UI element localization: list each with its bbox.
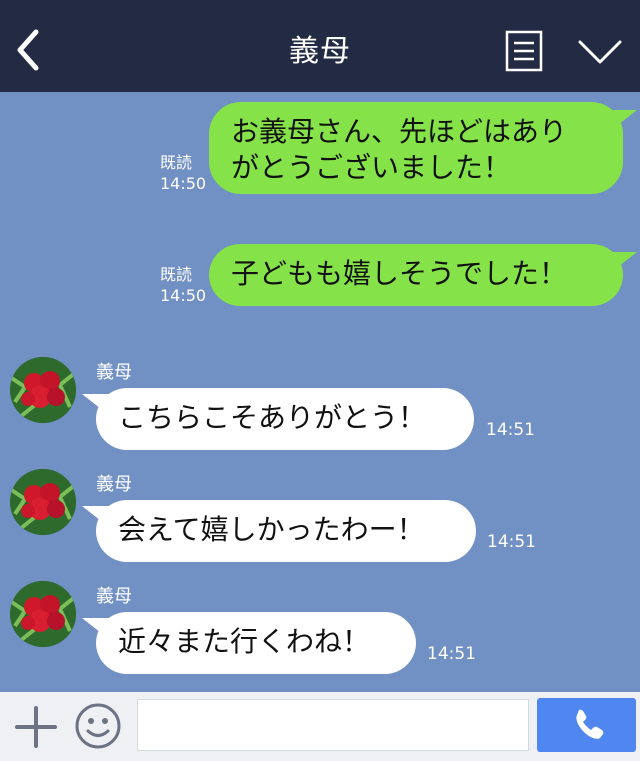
message-text-line: お義母さん、先ほどはあり bbox=[231, 115, 568, 148]
bubble-tail bbox=[82, 394, 110, 416]
read-receipt: 既読 14:50 bbox=[160, 152, 206, 194]
avatar[interactable] bbox=[10, 469, 76, 535]
note-list-icon bbox=[505, 30, 543, 72]
phone-icon bbox=[576, 709, 604, 739]
outgoing-message[interactable]: お義母さん、先ほどはあり がとうございました！ bbox=[209, 102, 637, 194]
message-time: 14:51 bbox=[486, 420, 535, 440]
chat-title: 義母 bbox=[289, 34, 351, 69]
expand-button[interactable] bbox=[576, 36, 624, 68]
message-text: 会えて嬉しかったわー！ bbox=[118, 513, 425, 546]
read-label: 既読 bbox=[160, 153, 193, 172]
message-input[interactable] bbox=[137, 699, 529, 751]
message-time: 14:50 bbox=[160, 286, 207, 305]
message-text-line: がとうございました！ bbox=[231, 151, 512, 184]
plus-icon bbox=[15, 706, 57, 748]
bubble-tail bbox=[82, 618, 110, 640]
read-receipt: 既読 14:50 bbox=[160, 264, 206, 306]
incoming-message[interactable]: 近々また行くわね！ bbox=[82, 612, 416, 674]
message-text: 近々また行くわね！ bbox=[118, 625, 371, 658]
chevron-down-icon bbox=[578, 40, 622, 64]
message-time: 14:51 bbox=[487, 532, 536, 552]
flower-avatar-icon bbox=[10, 581, 76, 647]
message-time: 14:51 bbox=[427, 644, 476, 664]
sender-name: 義母 bbox=[96, 586, 132, 607]
flower-avatar-icon bbox=[10, 469, 76, 535]
incoming-message[interactable]: こちらこそありがとう！ bbox=[82, 388, 474, 450]
avatar[interactable] bbox=[10, 581, 76, 647]
outgoing-message[interactable]: 子どもも嬉しそうでした！ bbox=[209, 244, 637, 306]
flower-avatar-icon bbox=[10, 357, 76, 423]
incoming-message[interactable]: 会えて嬉しかったわー！ bbox=[82, 500, 476, 562]
sender-name: 義母 bbox=[96, 362, 132, 383]
avatar[interactable] bbox=[10, 357, 76, 423]
read-label: 既読 bbox=[160, 265, 193, 284]
bubble-tail bbox=[82, 506, 110, 528]
chat-header: 義母 bbox=[0, 0, 640, 92]
smiley-icon bbox=[75, 703, 121, 749]
bubble-tail bbox=[609, 110, 637, 132]
sender-name: 義母 bbox=[96, 474, 132, 495]
emoji-button[interactable] bbox=[74, 702, 122, 750]
message-text: こちらこそありがとう！ bbox=[118, 401, 427, 434]
message-time: 14:50 bbox=[160, 174, 207, 193]
message-text: 子どもも嬉しそうでした！ bbox=[231, 257, 568, 290]
add-button[interactable] bbox=[14, 705, 58, 749]
chat-area[interactable]: 既読 14:50 お義母さん、先ほどはあり がとうございました！ 既読 14:5… bbox=[0, 92, 640, 692]
bubble-tail bbox=[609, 252, 637, 274]
call-button[interactable] bbox=[537, 698, 636, 752]
menu-button[interactable] bbox=[505, 30, 543, 72]
